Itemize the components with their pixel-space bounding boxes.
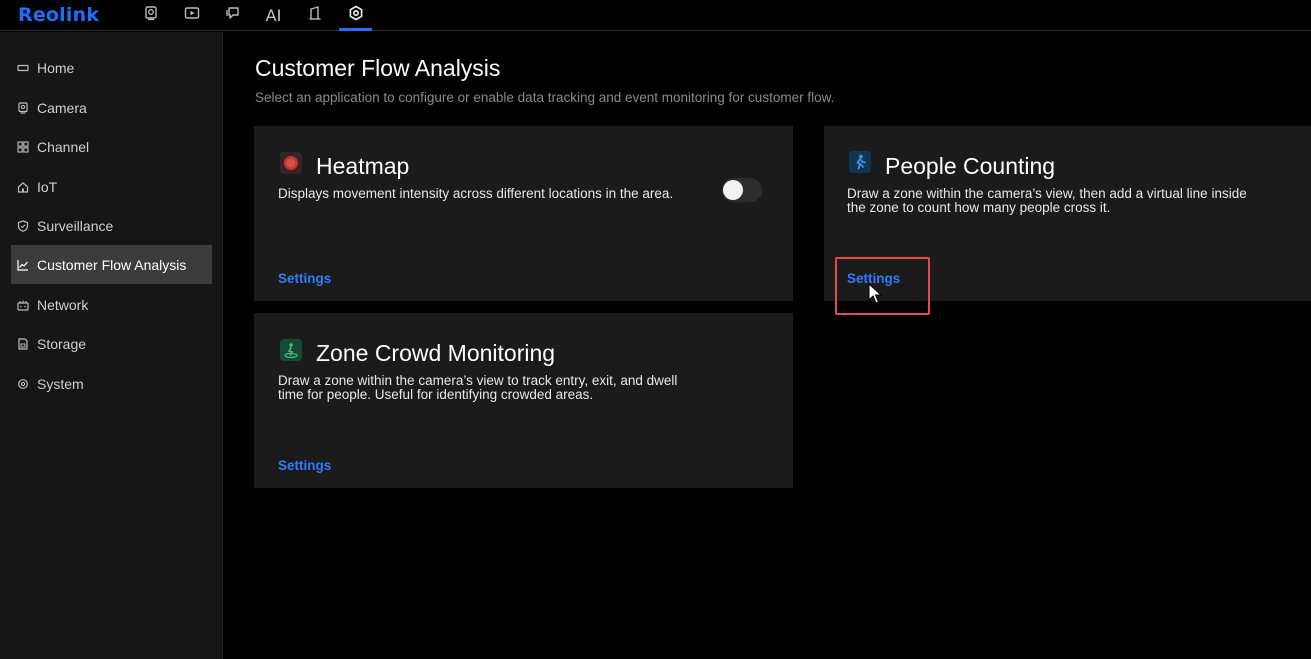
zone-crowd-icon — [280, 339, 302, 361]
people-counting-title: People Counting — [885, 153, 1056, 179]
people-counting-icon — [849, 151, 871, 173]
sidebar-item-label: Channel — [37, 138, 90, 155]
sidebar-item-surveillance[interactable]: Surveillance — [11, 206, 212, 245]
toggle-knob — [723, 180, 743, 200]
home-icon — [16, 61, 30, 75]
sidebar-item-home[interactable]: Home — [11, 48, 212, 87]
description-line: Draw a zone within the camera’s view, th… — [847, 186, 1247, 201]
heatmap-enable-toggle[interactable] — [722, 178, 762, 202]
people-counting-card: People Counting Draw a zone within the c… — [824, 126, 1311, 301]
sidebar-item-iot[interactable]: IoT — [11, 167, 212, 206]
shield-icon — [16, 219, 30, 233]
sidebar-item-channel[interactable]: Channel — [11, 127, 212, 166]
gear-icon — [16, 377, 30, 391]
sidebar-item-system[interactable]: System — [11, 364, 212, 403]
sidebar-item-label: Storage — [37, 335, 87, 352]
tab-devices[interactable] — [294, 0, 335, 31]
description-line: the zone to count how many people cross … — [847, 200, 1111, 215]
sidebar-item-storage[interactable]: Storage — [11, 324, 212, 363]
page-title: Customer Flow Analysis — [255, 55, 501, 81]
camera-icon — [143, 5, 159, 26]
top-nav: AI — [130, 0, 376, 31]
people-counting-description: Draw a zone within the camera’s view, th… — [847, 187, 1247, 215]
reolink-logo[interactable]: Reolink — [18, 4, 99, 26]
description-line: time for people. Useful for identifying … — [278, 387, 594, 402]
tab-settings[interactable] — [335, 0, 376, 31]
sidebar-item-label: Network — [37, 296, 89, 313]
zone-crowd-description: Draw a zone within the camera’s view to … — [278, 374, 677, 402]
zone-crowd-monitoring-card: Zone Crowd Monitoring Draw a zone within… — [254, 313, 793, 488]
zone-crowd-title: Zone Crowd Monitoring — [316, 340, 556, 366]
ai-label: AI — [265, 6, 282, 25]
zone-crowd-settings-link[interactable]: Settings — [278, 458, 331, 473]
tab-live-view[interactable] — [130, 0, 171, 31]
sidebar-item-label: Customer Flow Analysis — [37, 256, 187, 273]
heatmap-description: Displays movement intensity across diffe… — [278, 186, 674, 201]
sidebar: Home Camera Channel IoT Surveillance Cus… — [0, 32, 223, 659]
tab-messages[interactable] — [212, 0, 253, 31]
network-icon — [16, 298, 30, 312]
sidebar-item-label: IoT — [37, 178, 58, 195]
iot-home-icon — [16, 180, 30, 194]
top-bar: Reolink AI — [0, 0, 1311, 31]
camera-icon — [16, 101, 30, 115]
heatmap-settings-link[interactable]: Settings — [278, 271, 331, 286]
heatmap-title: Heatmap — [316, 153, 410, 179]
heatmap-card: Heatmap Displays movement intensity acro… — [254, 126, 793, 301]
chat-icon — [225, 5, 241, 26]
chart-icon — [16, 258, 30, 272]
playback-icon — [184, 5, 200, 26]
sidebar-item-label: Camera — [37, 99, 87, 116]
sidebar-item-label: Home — [37, 59, 75, 76]
tab-ai[interactable]: AI — [253, 0, 294, 31]
storage-icon — [16, 337, 30, 351]
sidebar-item-camera[interactable]: Camera — [11, 88, 212, 127]
settings-gear-icon — [348, 5, 364, 26]
sidebar-item-customer-flow-analysis[interactable]: Customer Flow Analysis — [11, 245, 212, 284]
sidebar-item-label: System — [37, 375, 84, 392]
tab-playback[interactable] — [171, 0, 212, 31]
grid-icon — [16, 140, 30, 154]
sidebar-item-label: Surveillance — [37, 217, 114, 234]
page-subtitle: Select an application to configure or en… — [255, 90, 835, 105]
heatmap-icon — [280, 152, 302, 174]
mouse-cursor-icon — [868, 283, 882, 304]
device-icon — [307, 5, 323, 26]
description-line: Draw a zone within the camera’s view to … — [278, 373, 678, 388]
sidebar-item-network[interactable]: Network — [11, 285, 212, 324]
